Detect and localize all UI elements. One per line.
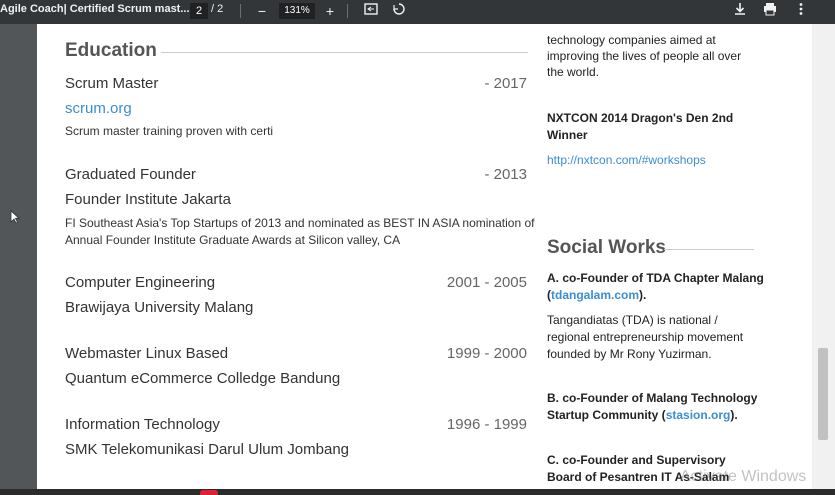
social-item-a: A. co-Founder of TDA Chapter Malang (tdan… (547, 271, 764, 302)
scrollbar-thumb[interactable] (818, 348, 828, 440)
edu-year: - 2013 (484, 166, 527, 183)
stasion-link[interactable]: stasion.org (666, 408, 731, 422)
pdf-toolbar: Agile Coach| Certified Scrum mast... 2 /… (0, 0, 835, 24)
edu-desc: Scrum master training proven with certi (65, 124, 274, 138)
edu-desc: FI Southeast Asia's Top Startups of 2013… (65, 216, 535, 247)
edu-year: 2001 - 2005 (446, 274, 527, 291)
pdf-page: Education Scrum Master - 2017 scrum.org … (37, 24, 812, 495)
download-icon[interactable] (731, 1, 749, 21)
page-total: / 2 (211, 3, 224, 15)
education-heading: Education (65, 40, 157, 61)
edu-org: Brawijaya University Malang (65, 299, 254, 316)
edu-year: 1999 - 2000 (446, 345, 527, 362)
nxtcon-link[interactable]: http://nxtcon.com/#workshops (547, 152, 706, 168)
edu-year: - 2017 (484, 75, 527, 92)
edu-title: Webmaster Linux Based (65, 345, 229, 362)
intro-text: technology companies aimed at improving … (547, 33, 742, 79)
more-vert-icon[interactable] (792, 1, 810, 21)
tda-link[interactable]: tdangalam.com (551, 288, 639, 302)
zoom-level-input[interactable]: 131% (279, 3, 315, 19)
fit-page-icon[interactable] (362, 1, 380, 21)
edu-title: Scrum Master (65, 75, 159, 92)
toolbar-divider (240, 4, 241, 18)
zoom-out-button[interactable]: − (253, 1, 271, 21)
edu-title: Information Technology (65, 416, 220, 433)
heading-rule (161, 52, 528, 53)
rotate-icon[interactable] (390, 1, 408, 21)
edu-org: Quantum eCommerce Colledge Bandung (65, 370, 341, 387)
toolbar-divider (347, 4, 348, 18)
taskbar-app-icon[interactable] (200, 490, 218, 495)
social-works-heading: Social Works (547, 237, 666, 258)
edu-org: SMK Telekomunikasi Darul Ulum Jombang (65, 441, 350, 458)
taskbar-edge (0, 489, 835, 495)
activate-windows-watermark: Activate Windows (680, 468, 807, 485)
document-title: Agile Coach| Certified Scrum mast... (0, 3, 190, 15)
edu-title: Graduated Founder (65, 166, 196, 183)
page-number-input[interactable]: 2 (190, 3, 208, 19)
edu-org-link[interactable]: scrum.org (65, 100, 132, 117)
social-item-a-title: A. co-Founder of TDA Chapter Malang (547, 271, 764, 285)
social-item-b: B. co-Founder of Malang Technology Start… (547, 391, 758, 422)
edu-year: 1996 - 1999 (446, 416, 527, 433)
heading-rule (664, 249, 754, 250)
nxtcon-title: NXTCON 2014 Dragon's Den 2nd Winner (547, 111, 734, 142)
edu-title: Computer Engineering (65, 274, 216, 291)
mouse-cursor-icon (10, 210, 21, 227)
zoom-in-button[interactable]: + (321, 1, 339, 21)
print-icon[interactable] (761, 1, 779, 21)
edu-org: Founder Institute Jakarta (65, 191, 231, 208)
social-item-a-desc: Tangandiatas (TDA) is national / regiona… (547, 313, 744, 361)
